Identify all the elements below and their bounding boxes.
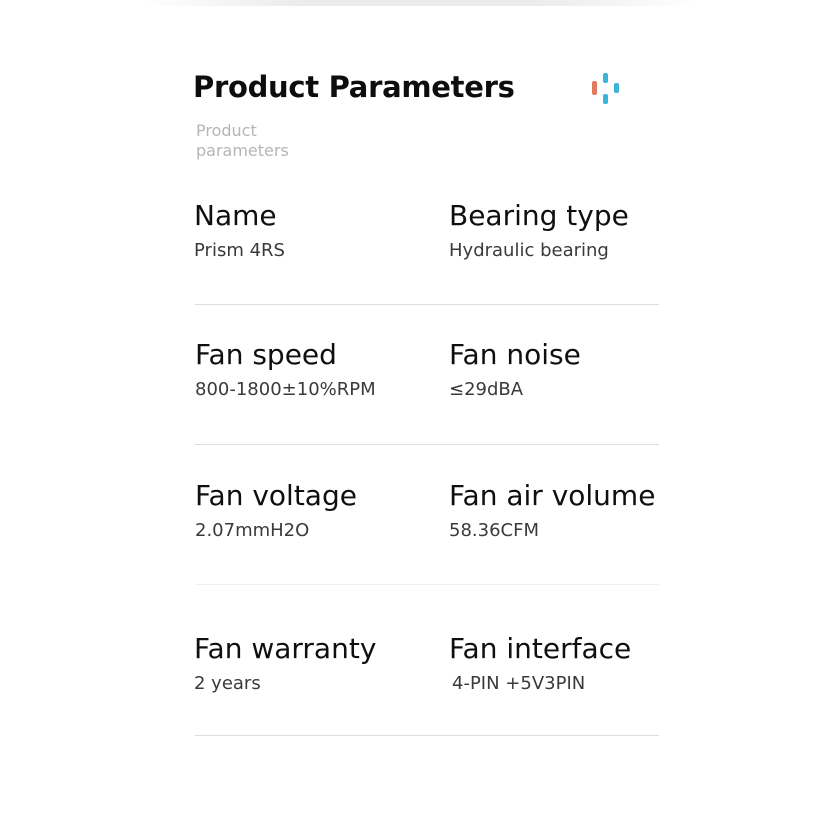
logo-blue-bar-bottom <box>603 94 608 104</box>
param-label: Fan interface <box>449 632 632 665</box>
row-divider <box>195 584 659 585</box>
param-fan-interface: Fan interface 4-PIN +5V3PIN <box>449 632 631 696</box>
param-label: Name <box>194 199 277 232</box>
logo-blue-bar-right <box>614 83 619 93</box>
param-label: Fan air volume <box>449 479 656 512</box>
param-value: 2.07mmH2O <box>195 520 310 541</box>
row-divider <box>195 735 659 736</box>
param-value: 2 years <box>194 673 261 694</box>
param-fan-speed: Fan speed 800-1800±10%RPM <box>195 338 376 402</box>
param-value: 4-PIN +5V3PIN <box>452 673 586 694</box>
brand-logo-icon <box>592 73 619 104</box>
page-title: Product Parameters <box>193 70 515 104</box>
param-value: ≤29dBA <box>449 379 524 400</box>
param-label: Fan warranty <box>194 632 377 665</box>
param-fan-noise: Fan noise ≤29dBA <box>449 338 581 402</box>
page-subtitle: Product parameters <box>196 121 289 160</box>
param-value: Prism 4RS <box>194 240 285 261</box>
param-value: Hydraulic bearing <box>449 240 609 261</box>
param-fan-voltage: Fan voltage 2.07mmH2O <box>195 479 357 543</box>
param-label: Bearing type <box>449 199 629 232</box>
param-label: Fan speed <box>195 338 337 371</box>
row-divider <box>195 444 659 445</box>
param-label: Fan noise <box>449 338 581 371</box>
param-name: Name Prism 4RS <box>194 199 285 263</box>
param-bearing-type: Bearing type Hydraulic bearing <box>449 199 629 263</box>
row-divider <box>195 304 659 305</box>
param-value: 800-1800±10%RPM <box>195 379 376 400</box>
logo-blue-bar-top <box>603 73 608 83</box>
param-fan-warranty: Fan warranty 2 years <box>194 632 376 696</box>
param-fan-air-volume: Fan air volume 58.36CFM <box>449 479 655 543</box>
param-label: Fan voltage <box>195 479 357 512</box>
param-value: 58.36CFM <box>449 520 539 541</box>
logo-orange-bar <box>592 81 597 95</box>
top-edge-shadow <box>140 0 700 6</box>
